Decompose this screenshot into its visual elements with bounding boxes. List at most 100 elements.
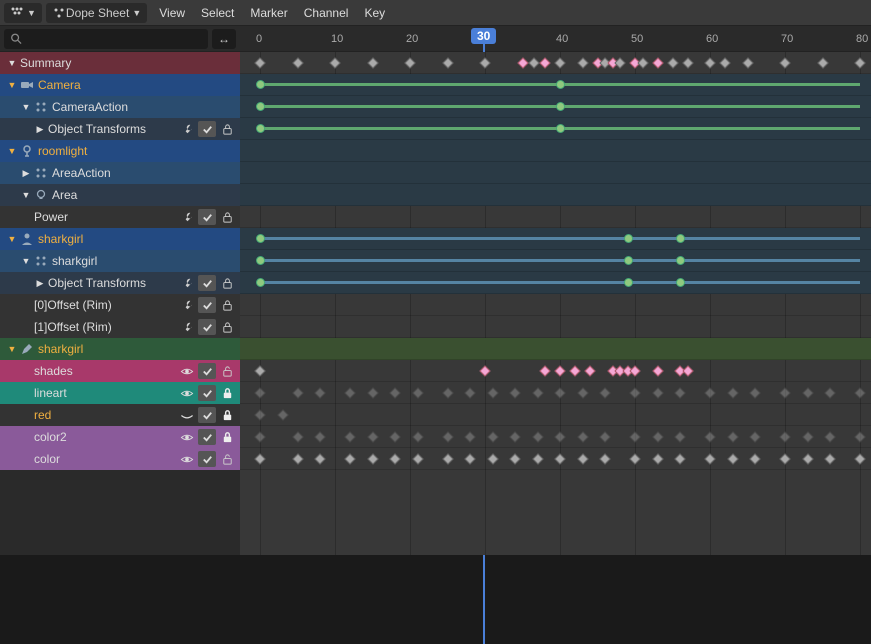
keyframe[interactable] (412, 431, 423, 442)
keyframe[interactable] (824, 387, 835, 398)
keyframe[interactable] (329, 57, 340, 68)
disclosure-icon[interactable]: ▼ (6, 234, 18, 244)
lock-button[interactable] (218, 209, 236, 225)
keyframe[interactable] (779, 57, 790, 68)
disclosure-icon[interactable]: ▶ (34, 278, 46, 289)
channel-power[interactable]: Power (0, 206, 240, 228)
keyframe[interactable] (676, 278, 685, 287)
keyframe[interactable] (292, 57, 303, 68)
keyframe[interactable] (292, 387, 303, 398)
eye-button[interactable] (178, 363, 196, 379)
keyframe[interactable] (577, 57, 588, 68)
keyframe[interactable] (479, 57, 490, 68)
track-camera[interactable] (240, 74, 871, 96)
keyframe[interactable] (556, 80, 565, 89)
keyframe[interactable] (802, 387, 813, 398)
keyframe[interactable] (577, 453, 588, 464)
channel-roomlight[interactable]: ▼roomlight (0, 140, 240, 162)
disclosure-icon[interactable]: ▶ (20, 168, 32, 179)
keyframe[interactable] (256, 256, 265, 265)
keyframe[interactable] (727, 431, 738, 442)
lockw-button[interactable] (218, 407, 236, 423)
filter-invert-button[interactable]: ↔ (212, 29, 236, 49)
keyframe[interactable] (652, 57, 663, 68)
frame-ruler[interactable]: 0102030405060708030 (240, 26, 871, 51)
keyframe[interactable] (704, 57, 715, 68)
keyframe[interactable] (254, 365, 265, 376)
keyframe[interactable] (528, 57, 539, 68)
wrench-button[interactable] (178, 275, 196, 291)
lockw-button[interactable] (218, 385, 236, 401)
keyframe[interactable] (532, 387, 543, 398)
keyframe[interactable] (676, 234, 685, 243)
keyframe[interactable] (727, 453, 738, 464)
keyframe[interactable] (292, 453, 303, 464)
wrench-button[interactable] (178, 297, 196, 313)
keyframe[interactable] (254, 409, 265, 420)
check-button[interactable] (198, 121, 216, 137)
keyframe[interactable] (412, 453, 423, 464)
track-color[interactable] (240, 448, 871, 470)
disclosure-icon[interactable]: ▼ (6, 80, 18, 90)
keyframe[interactable] (277, 409, 288, 420)
keyframe[interactable] (624, 256, 633, 265)
keyframe[interactable] (517, 57, 528, 68)
keyframe[interactable] (704, 431, 715, 442)
track-red[interactable] (240, 404, 871, 426)
keyframe[interactable] (256, 234, 265, 243)
unlock-button[interactable] (218, 363, 236, 379)
track-offset0[interactable] (240, 294, 871, 316)
keyframe[interactable] (779, 387, 790, 398)
wrench-button[interactable] (178, 121, 196, 137)
keyframe[interactable] (509, 431, 520, 442)
keyframe[interactable] (389, 453, 400, 464)
lock-button[interactable] (218, 319, 236, 335)
channel-lineart[interactable]: lineart (0, 382, 240, 404)
keyframe[interactable] (256, 80, 265, 89)
channel-shades[interactable]: shades (0, 360, 240, 382)
keyframe[interactable] (479, 365, 490, 376)
keyframe[interactable] (749, 387, 760, 398)
keyframe[interactable] (652, 365, 663, 376)
check-button[interactable] (198, 297, 216, 313)
keyframe[interactable] (539, 57, 550, 68)
keyframe[interactable] (854, 453, 865, 464)
keyframe[interactable] (509, 453, 520, 464)
keyframe[interactable] (389, 387, 400, 398)
disclosure-icon[interactable]: ▶ (34, 124, 46, 135)
track-power[interactable] (240, 206, 871, 228)
menu-select[interactable]: Select (193, 6, 242, 20)
channel-area[interactable]: ▼Area (0, 184, 240, 206)
keyframe[interactable] (554, 453, 565, 464)
channel-color2[interactable]: color2 (0, 426, 240, 448)
keyframe[interactable] (554, 431, 565, 442)
eye-button[interactable] (178, 385, 196, 401)
check-button[interactable] (198, 319, 216, 335)
keyframe[interactable] (749, 431, 760, 442)
keyframe[interactable] (554, 387, 565, 398)
keyframe[interactable] (802, 431, 813, 442)
keyframe[interactable] (599, 431, 610, 442)
keyframe[interactable] (442, 431, 453, 442)
menu-key[interactable]: Key (356, 6, 393, 20)
channel-camera-action[interactable]: ▼CameraAction (0, 96, 240, 118)
lock-button[interactable] (218, 297, 236, 313)
keyframe[interactable] (314, 453, 325, 464)
keyframe[interactable] (854, 431, 865, 442)
menu-channel[interactable]: Channel (296, 6, 357, 20)
keyframe[interactable] (344, 453, 355, 464)
track-roomlight[interactable] (240, 140, 871, 162)
check-button[interactable] (198, 275, 216, 291)
keyframe[interactable] (674, 387, 685, 398)
eyeoff-button[interactable] (178, 407, 196, 423)
channel-offset0[interactable]: [0]Offset (Rim) (0, 294, 240, 316)
keyframe[interactable] (652, 453, 663, 464)
track-camera-action[interactable] (240, 96, 871, 118)
keyframe[interactable] (389, 431, 400, 442)
disclosure-icon[interactable]: ▼ (20, 256, 32, 266)
keyframe[interactable] (742, 57, 753, 68)
keyframe[interactable] (314, 387, 325, 398)
keyframe[interactable] (254, 387, 265, 398)
channel-camera[interactable]: ▼Camera (0, 74, 240, 96)
channel-color[interactable]: color (0, 448, 240, 470)
